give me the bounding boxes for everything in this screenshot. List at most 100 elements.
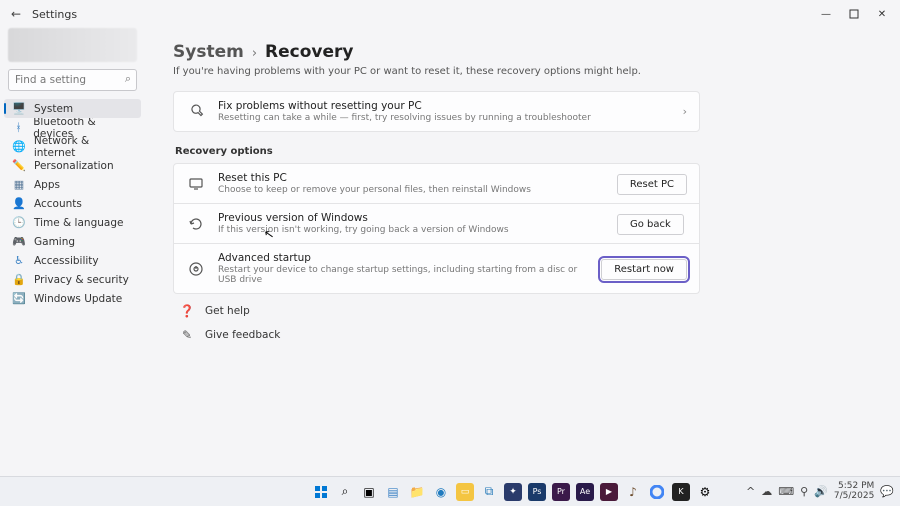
nav-label: Time & language (34, 217, 123, 229)
give-feedback-link[interactable]: ✎ Give feedback (173, 328, 700, 342)
start-button[interactable] (312, 483, 330, 501)
window-title: Settings (32, 8, 77, 21)
app-icon[interactable]: Ps (528, 483, 546, 501)
nav-label: Apps (34, 179, 60, 191)
recovery-option-previous-version-of-windows: Previous version of WindowsIf this versi… (173, 204, 700, 244)
volume-icon[interactable]: 🔊 (814, 485, 828, 498)
widgets-button[interactable]: ▤ (384, 483, 402, 501)
option-icon (186, 261, 206, 277)
get-help-link[interactable]: ❓ Get help (173, 304, 700, 318)
help-label: Give feedback (205, 329, 280, 341)
store-icon[interactable]: ⧉ (480, 483, 498, 501)
sidebar-item-network-internet[interactable]: 🌐 Network & internet (4, 137, 141, 156)
sidebar-item-gaming[interactable]: 🎮 Gaming (4, 232, 141, 251)
troubleshoot-icon (186, 104, 206, 120)
nav-icon: ♿ (12, 254, 26, 267)
back-button[interactable]: ← (4, 7, 28, 21)
card-desc: Resetting can take a while — first, try … (218, 113, 671, 123)
nav-icon: 🕒 (12, 216, 26, 229)
notifications-icon[interactable]: 💬 (880, 485, 894, 498)
sidebar-item-system[interactable]: 🖥️ System (4, 99, 141, 118)
wifi-icon[interactable]: ⚲ (800, 485, 808, 498)
nav-label: Accessibility (34, 255, 99, 267)
app-icon[interactable]: ✦ (504, 483, 522, 501)
nav-icon: 🌐 (12, 140, 26, 153)
breadcrumb-parent[interactable]: System (173, 42, 244, 62)
help-icon: ❓ (179, 304, 195, 318)
breadcrumb: System › Recovery (173, 42, 700, 62)
nav-icon: 🔒 (12, 273, 26, 286)
recovery-option-advanced-startup: Advanced startupRestart your device to c… (173, 244, 700, 294)
main-content: System › Recovery If you're having probl… (145, 28, 900, 476)
app-icon[interactable]: ▭ (456, 483, 474, 501)
minimize-button[interactable]: — (812, 4, 840, 24)
app-icon[interactable]: ♪ (624, 483, 642, 501)
reset-pc-button[interactable]: Reset PC (617, 174, 687, 195)
titlebar: ← Settings — ✕ (0, 0, 900, 28)
page-subtitle: If you're having problems with your PC o… (173, 66, 700, 77)
nav-label: Windows Update (34, 293, 122, 305)
chevron-up-icon[interactable]: ^ (746, 485, 755, 498)
restart-now-button[interactable]: Restart now (601, 259, 687, 280)
recovery-option-reset-this-pc: Reset this PCChoose to keep or remove yo… (173, 163, 700, 204)
nav-label: Personalization (34, 160, 114, 172)
task-view-button[interactable]: ▣ (360, 483, 378, 501)
nav-icon: ✏️ (12, 159, 26, 172)
sidebar-item-accounts[interactable]: 👤 Accounts (4, 194, 141, 213)
option-icon (186, 176, 206, 192)
taskbar: ⌕ ▣ ▤ 📁 ◉ ▭ ⧉ ✦ Ps Pr Ae ▶ ♪ K ⚙ ^ ☁ ⌨ ⚲… (0, 476, 900, 506)
app-icon[interactable]: K (672, 483, 690, 501)
nav-label: Privacy & security (34, 274, 129, 286)
nav-icon: ▦ (12, 178, 26, 191)
taskbar-center: ⌕ ▣ ▤ 📁 ◉ ▭ ⧉ ✦ Ps Pr Ae ▶ ♪ K ⚙ (280, 483, 746, 501)
nav-icon: 🎮 (12, 235, 26, 248)
page-title: Recovery (265, 42, 353, 62)
explorer-icon[interactable]: 📁 (408, 483, 426, 501)
clock[interactable]: 5:52 PM 7/5/2025 (834, 482, 874, 502)
sidebar-item-apps[interactable]: ▦ Apps (4, 175, 141, 194)
card-title: Fix problems without resetting your PC (218, 100, 671, 112)
chrome-icon[interactable] (648, 483, 666, 501)
nav-icon: ᚼ (12, 121, 25, 134)
sidebar-item-time-language[interactable]: 🕒 Time & language (4, 213, 141, 232)
app-icon[interactable]: ⚙ (696, 483, 714, 501)
option-desc: Choose to keep or remove your personal f… (218, 185, 605, 195)
help-label: Get help (205, 305, 250, 317)
option-desc: If this version isn't working, try going… (218, 225, 605, 235)
onedrive-icon[interactable]: ☁ (761, 485, 772, 498)
maximize-button[interactable] (840, 4, 868, 24)
nav-icon: 🔄 (12, 292, 26, 305)
option-desc: Restart your device to change startup se… (218, 265, 589, 285)
sidebar-item-windows-update[interactable]: 🔄 Windows Update (4, 289, 141, 308)
nav-icon: 🖥️ (12, 102, 26, 115)
nav-label: System (34, 103, 73, 115)
app-icon[interactable]: Pr (552, 483, 570, 501)
troubleshoot-card[interactable]: Fix problems without resetting your PC R… (173, 91, 700, 132)
sidebar: ⌕ 🖥️SystemᚼBluetooth & devices🌐Network &… (0, 28, 145, 476)
help-icon: ✎ (179, 328, 195, 342)
option-title: Previous version of Windows (218, 212, 605, 224)
search-input[interactable] (8, 69, 137, 91)
sidebar-item-accessibility[interactable]: ♿ Accessibility (4, 251, 141, 270)
option-icon (186, 216, 206, 232)
nav-label: Network & internet (34, 135, 133, 159)
close-button[interactable]: ✕ (868, 4, 896, 24)
section-label: Recovery options (175, 146, 700, 157)
nav-label: Gaming (34, 236, 75, 248)
option-title: Advanced startup (218, 252, 589, 264)
nav-label: Accounts (34, 198, 82, 210)
chevron-right-icon: › (252, 46, 257, 61)
search-button[interactable]: ⌕ (336, 483, 354, 501)
language-icon[interactable]: ⌨ (778, 485, 794, 498)
app-icon[interactable]: Ae (576, 483, 594, 501)
nav-icon: 👤 (12, 197, 26, 210)
edge-icon[interactable]: ◉ (432, 483, 450, 501)
sidebar-item-personalization[interactable]: ✏️ Personalization (4, 156, 141, 175)
app-icon[interactable]: ▶ (600, 483, 618, 501)
sidebar-item-privacy-security[interactable]: 🔒 Privacy & security (4, 270, 141, 289)
chevron-right-icon: › (683, 105, 687, 118)
go-back-button[interactable]: Go back (617, 214, 684, 235)
system-tray[interactable]: ^ ☁ ⌨ ⚲ 🔊 5:52 PM 7/5/2025 💬 (746, 482, 900, 502)
option-title: Reset this PC (218, 172, 605, 184)
account-card[interactable] (8, 28, 137, 62)
